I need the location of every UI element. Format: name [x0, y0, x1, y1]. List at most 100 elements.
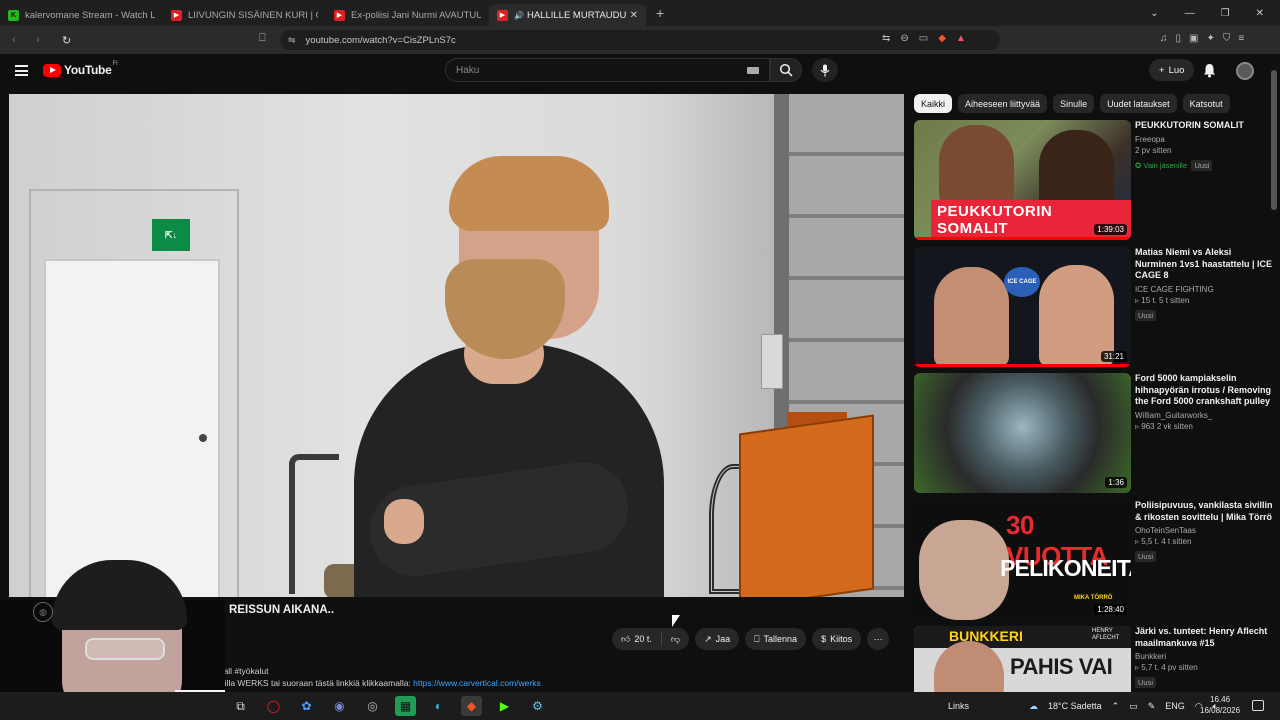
taskbar-clock[interactable]: 16.46 16/08/2026 — [1200, 694, 1240, 716]
video-title[interactable]: PEUKKUTORIN SOMALIT — [1135, 120, 1273, 132]
recommended-video[interactable]: 1:36 Ford 5000 kampiakselin hihnapyörän … — [914, 373, 1274, 495]
steam-icon[interactable]: ⚙ — [527, 696, 548, 716]
search-button[interactable] — [770, 58, 802, 82]
channel-name[interactable]: OhoTeinSenTaas — [1135, 526, 1273, 535]
bookmark-icon[interactable]: ⎕ — [259, 32, 266, 45]
extensions-icon[interactable]: ✦ — [1206, 33, 1214, 44]
media-icon[interactable]: ♫ — [1160, 33, 1168, 44]
chip-related[interactable]: Aiheeseen liittyvää — [958, 94, 1048, 113]
discord-icon[interactable]: ◉ — [329, 696, 350, 716]
account-avatar[interactable] — [1236, 62, 1254, 80]
new-tab-button[interactable]: + — [656, 5, 664, 21]
description-link[interactable]: https://www.carvertical.com/werks — [413, 678, 541, 688]
thumb-person — [1039, 130, 1114, 210]
kick-app-icon[interactable]: ▶ — [494, 696, 515, 716]
browser-tab-youtube-1[interactable]: ▶ LIIVUNGIN SISÄINEN KURI | CANNO — [163, 4, 326, 26]
create-button[interactable]: + Luo — [1149, 59, 1195, 81]
obs-icon[interactable]: ◎ — [362, 696, 383, 716]
more-actions-button[interactable]: ⋯ — [867, 628, 890, 650]
keyboard-icon[interactable] — [747, 67, 759, 74]
video-player[interactable]: ⇱↓ — [9, 94, 904, 597]
tab-search-icon[interactable]: ⌄ — [1150, 8, 1158, 19]
chip-recent[interactable]: Uudet lataukset — [1100, 94, 1177, 113]
zoom-icon[interactable]: ⊖ — [900, 33, 908, 44]
edge-icon[interactable]: ◐ — [428, 696, 449, 716]
video-thumbnail[interactable]: BUNKKERI HENRY AFLECHT PAHIS VAI — [914, 626, 1131, 692]
video-meta: Järki vs. tunteet: Henry Aflecht maailma… — [1135, 626, 1273, 690]
network-icon[interactable]: ▭ — [1129, 701, 1138, 712]
browser-tab-active[interactable]: ▶ 🔊 HALLILLE MURTAUDUTTIIN I ✕ — [489, 4, 646, 26]
search-input[interactable]: Haku — [445, 58, 770, 82]
youtube-logo[interactable]: YouTube FI — [43, 61, 118, 77]
recommended-video[interactable]: 30 VUOTTA PELIKONEITA MIKA TÖRRÖ 1:28:40… — [914, 500, 1274, 622]
bookmark-icon: ⎕ — [754, 633, 760, 644]
video-title[interactable]: Ford 5000 kampiakselin hihnapyörän irrot… — [1135, 373, 1273, 408]
channel-name[interactable]: Freeopa — [1135, 135, 1273, 144]
spreadsheet-icon[interactable]: ▦ — [395, 696, 416, 716]
channel-name[interactable]: Bunkkeri — [1135, 652, 1273, 661]
language-indicator[interactable]: ENG — [1165, 701, 1185, 711]
thanks-button[interactable]: $ Kiitos — [812, 628, 862, 650]
save-button[interactable]: ⎕ Tallenna — [745, 628, 807, 650]
hamburger-menu-icon[interactable] — [15, 65, 28, 76]
pen-icon[interactable]: ✎ — [1148, 701, 1156, 712]
copilot-icon[interactable]: ✿ — [296, 696, 317, 716]
thumb-person — [939, 125, 1014, 205]
channel-name[interactable]: ICE CAGE FIGHTING — [1135, 285, 1273, 294]
close-tab-icon[interactable]: ✕ — [630, 10, 638, 21]
tab-title: LIIVUNGIN SISÄINEN KURI | CANNO — [188, 9, 318, 21]
translate-icon[interactable]: ⇆ — [882, 33, 890, 44]
brave-shields-icon[interactable]: ◆ — [938, 33, 946, 44]
video-thumbnail[interactable]: ICE CAGE 31:21 — [914, 247, 1131, 367]
close-window-button[interactable]: ✕ — [1256, 8, 1264, 19]
duration-badge: 31:21 — [1100, 351, 1127, 362]
wallet-icon[interactable]: ▣ — [1189, 33, 1198, 44]
page-scrollbar[interactable] — [1271, 60, 1277, 680]
window-controls: ⌄ — ❐ ✕ — [1150, 0, 1280, 26]
scrollbar-thumb[interactable] — [1271, 70, 1277, 210]
menu-icon[interactable]: ≡ — [1238, 33, 1244, 44]
maximize-button[interactable]: ❐ — [1221, 8, 1230, 19]
minimize-button[interactable]: — — [1185, 8, 1195, 19]
cast-icon[interactable]: ▭ — [919, 33, 928, 44]
recommended-video[interactable]: PEUKKUTORIN SOMALIT 1:39:03 PEUKKUTORIN … — [914, 120, 1274, 242]
weather-text[interactable]: 18°C Sadetta — [1048, 701, 1102, 711]
video-title[interactable]: Matias Niemi vs Aleksi Nurminen 1vs1 haa… — [1135, 247, 1273, 282]
notification-center-icon[interactable] — [1252, 700, 1264, 711]
video-meta: Ford 5000 kampiakselin hihnapyörän irrot… — [1135, 373, 1273, 431]
browser-tab-youtube-2[interactable]: ▶ Ex-poliisi Jani Nurmi AVAUTUU rikolli — [326, 4, 489, 26]
forward-button[interactable]: › — [36, 34, 48, 46]
stats-text: 5,5 t. 4 t sitten — [1141, 537, 1192, 546]
browser-tab-kick[interactable]: K kalervomane Stream - Watch Live on — [0, 4, 163, 26]
like-button[interactable]: 👍︎ 20 t. — [612, 628, 661, 650]
video-stats: ▹ 15 t. 5 t sitten — [1135, 295, 1190, 305]
opera-icon[interactable]: ◯ — [263, 696, 284, 716]
voice-search-button[interactable] — [812, 58, 838, 82]
tray-chevron-icon[interactable]: ⌃ — [1112, 701, 1120, 712]
video-title[interactable]: Järki vs. tunteet: Henry Aflecht maailma… — [1135, 626, 1273, 649]
links-toolbar[interactable]: Links — [948, 701, 969, 711]
back-button[interactable]: ‹ — [12, 34, 24, 46]
notifications-bell-icon[interactable] — [1203, 63, 1216, 78]
video-thumbnail[interactable]: 30 VUOTTA PELIKONEITA MIKA TÖRRÖ 1:28:40 — [914, 500, 1131, 620]
vpn-icon[interactable]: ⛉ — [1223, 33, 1231, 44]
chip-all[interactable]: Kaikki — [914, 94, 953, 113]
video-thumbnail[interactable]: PEUKKUTORIN SOMALIT 1:39:03 — [914, 120, 1131, 240]
task-view-icon[interactable]: ⧉ — [230, 696, 251, 716]
speaker-icon[interactable]: 🔊 — [514, 11, 524, 20]
ice-cage-logo: ICE CAGE — [1004, 267, 1040, 297]
video-title[interactable]: Poliisipuvuus, vankilasta sivillin & rik… — [1135, 500, 1273, 523]
recommended-video[interactable]: ICE CAGE 31:21 Matias Niemi vs Aleksi Nu… — [914, 247, 1274, 369]
recommended-video[interactable]: BUNKKERI HENRY AFLECHT PAHIS VAI Järki v… — [914, 626, 1274, 692]
site-info-icon[interactable]: ⇋ — [288, 35, 296, 46]
chip-for-you[interactable]: Sinulle — [1053, 94, 1095, 113]
chip-watched[interactable]: Katsotut — [1182, 94, 1230, 113]
brave-rewards-icon[interactable]: ▲ — [956, 33, 966, 44]
reload-button[interactable]: ↻ — [62, 34, 74, 47]
brave-icon[interactable]: ◆ — [461, 696, 482, 716]
share-button[interactable]: ↗ Jaa — [695, 628, 740, 650]
video-thumbnail[interactable]: 1:36 — [914, 373, 1131, 493]
channel-name[interactable]: William_Guitarworks_ — [1135, 411, 1273, 420]
dislike-button[interactable]: 👎︎ — [662, 628, 689, 650]
sidebar-icon[interactable]: ▯ — [1176, 33, 1182, 44]
